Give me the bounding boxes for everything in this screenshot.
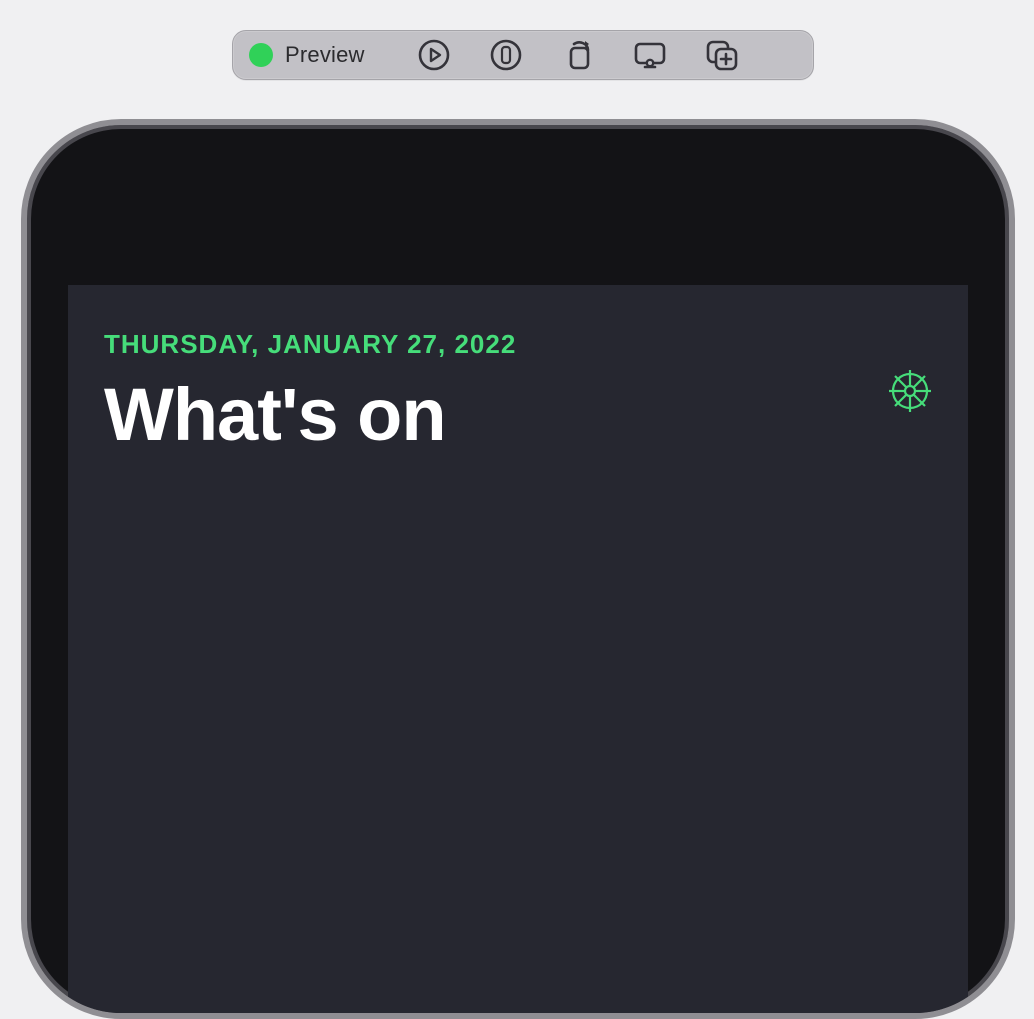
preview-status-label: Preview xyxy=(285,42,365,68)
date-label: THURSDAY, JANUARY 27, 2022 xyxy=(104,329,932,360)
add-preview-variant-button[interactable] xyxy=(703,36,741,74)
app-content: THURSDAY, JANUARY 27, 2022 What's on xyxy=(68,285,968,1013)
rotate-device-icon xyxy=(561,38,595,72)
device-settings-icon xyxy=(631,38,669,72)
preview-status: Preview xyxy=(249,42,371,68)
play-icon xyxy=(417,38,451,72)
page-title: What's on xyxy=(104,378,932,452)
device-settings-button[interactable] xyxy=(631,36,669,74)
settings-button[interactable] xyxy=(884,365,936,417)
live-preview-button[interactable] xyxy=(487,36,525,74)
device-frame: THURSDAY, JANUARY 27, 2022 What's on xyxy=(21,119,1015,1019)
app-screen: THURSDAY, JANUARY 27, 2022 What's on xyxy=(68,285,968,1013)
add-preview-variant-icon xyxy=(704,38,740,72)
live-preview-icon xyxy=(489,38,523,72)
gear-icon xyxy=(886,367,934,415)
status-indicator-dot xyxy=(249,43,273,67)
play-button[interactable] xyxy=(415,36,453,74)
toolbar-controls-group xyxy=(415,36,741,74)
rotate-device-button[interactable] xyxy=(559,36,597,74)
preview-toolbar: Preview xyxy=(232,30,814,80)
